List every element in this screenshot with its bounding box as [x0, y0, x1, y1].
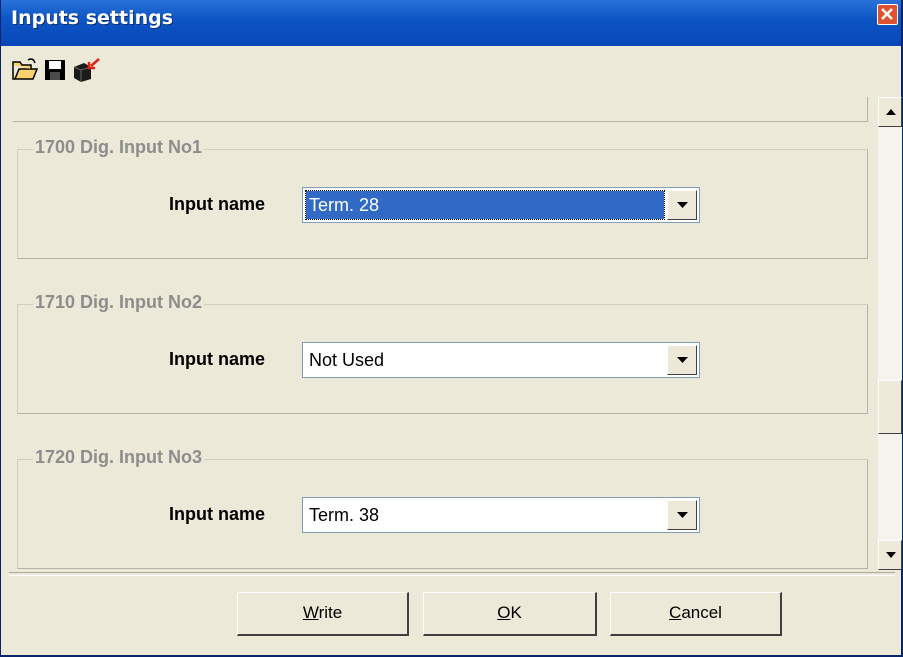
- scrollbar-thumb[interactable]: [878, 380, 902, 434]
- close-button[interactable]: [877, 4, 898, 25]
- chevron-down-icon: [886, 552, 896, 558]
- dropdown-value: Term. 38: [309, 505, 380, 525]
- group-dig-input-3: 1720 Dig. Input No3 Input name Term. 38: [13, 447, 868, 569]
- save-disk-icon[interactable]: [42, 57, 70, 83]
- inputs-settings-window: Inputs settings 1700 Dig. Input No1 Inpu…: [0, 0, 903, 657]
- chevron-down-icon: [677, 512, 688, 518]
- input-name-dropdown[interactable]: Not Used: [302, 342, 700, 378]
- footer-divider: [9, 572, 895, 576]
- window-title: Inputs settings: [11, 7, 174, 29]
- input-name-label: Input name: [169, 504, 266, 524]
- ok-button[interactable]: OK: [423, 592, 597, 636]
- dropdown-arrow-button[interactable]: [667, 190, 697, 220]
- scroll-up-button[interactable]: [878, 97, 902, 127]
- input-name-dropdown[interactable]: Term. 38: [302, 497, 700, 533]
- close-icon: [881, 8, 893, 20]
- cancel-button[interactable]: Cancel: [610, 592, 782, 636]
- vertical-scrollbar[interactable]: [878, 97, 902, 570]
- group-title: 1720 Dig. Input No3: [33, 447, 205, 468]
- group-dig-input-2: 1710 Dig. Input No2 Input name Not Used: [13, 292, 868, 414]
- dropdown-value: Not Used: [309, 350, 385, 370]
- chevron-down-icon: [677, 357, 688, 363]
- read-device-icon[interactable]: [71, 57, 100, 83]
- input-name-label: Input name: [169, 194, 266, 214]
- toolbar: [1, 53, 901, 93]
- dropdown-arrow-button[interactable]: [667, 345, 697, 375]
- title-bar[interactable]: Inputs settings: [1, 0, 901, 46]
- group-title: 1710 Dig. Input No2: [33, 292, 205, 313]
- dropdown-arrow-button[interactable]: [667, 500, 697, 530]
- group-dig-input-1: 1700 Dig. Input No1 Input name Term. 28: [13, 137, 868, 259]
- previous-group-edge: [13, 97, 868, 122]
- open-folder-icon[interactable]: [11, 57, 39, 83]
- group-title: 1700 Dig. Input No1: [33, 137, 205, 158]
- dropdown-value: Term. 28: [305, 190, 665, 220]
- chevron-down-icon: [677, 202, 688, 208]
- settings-scroll-area[interactable]: 1700 Dig. Input No1 Input name Term. 28 …: [13, 97, 878, 570]
- input-name-label: Input name: [169, 349, 266, 369]
- input-name-dropdown[interactable]: Term. 28: [302, 187, 700, 223]
- chevron-up-icon: [886, 109, 896, 115]
- write-button[interactable]: Write: [237, 592, 409, 636]
- scroll-down-button[interactable]: [878, 540, 902, 570]
